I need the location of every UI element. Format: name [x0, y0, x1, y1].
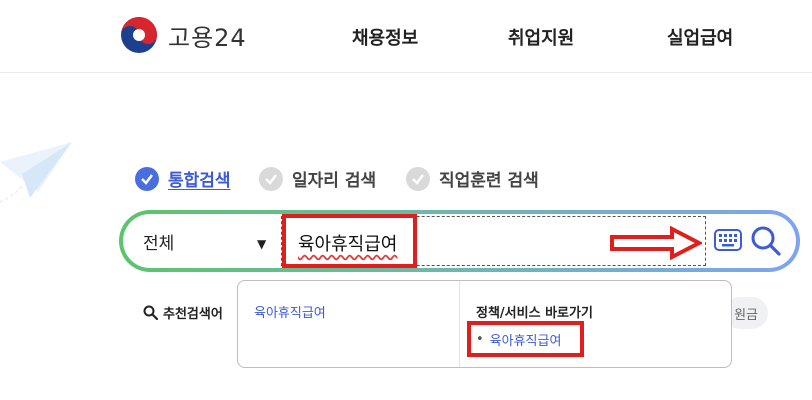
dropdown-divider [459, 281, 460, 367]
category-value: 전체 [143, 233, 175, 254]
highlight-policy-link [467, 321, 584, 357]
check-icon [135, 166, 159, 191]
taegeuk-logo-icon [121, 17, 157, 53]
nav-unemployment-benefit[interactable]: 실업급여 [667, 24, 733, 50]
recommended-label: 추천검색어 [163, 307, 223, 322]
logo[interactable]: 고용24 [120, 13, 270, 57]
keyword-chip-text: 원금 [734, 307, 758, 323]
nav-job-info[interactable]: 채용정보 [352, 24, 418, 50]
autocomplete-suggestion[interactable]: 육아휴직급여 [254, 302, 326, 321]
tab-job-search[interactable]: 일자리 검색 [259, 166, 376, 191]
tab-integrated-search[interactable]: 통합검색 [135, 166, 231, 191]
tab-label: 직업훈련 검색 [439, 171, 539, 191]
recommended-keywords[interactable]: 추천검색어 [143, 303, 223, 322]
keyboard-icon[interactable] [714, 229, 742, 255]
nav-employment-support[interactable]: 취업지원 [508, 24, 574, 50]
tab-label: 통합검색 [168, 171, 231, 191]
paper-plane-icon [0, 142, 72, 203]
policy-shortcut-title: 정책/서비스 바로가기 [476, 306, 593, 321]
header: 고용24 채용정보 취업지원 실업급여 [0, 0, 812, 73]
tab-label: 일자리 검색 [292, 171, 377, 191]
search-icon[interactable] [750, 225, 782, 261]
highlight-query-box [282, 214, 417, 268]
caret-down-icon[interactable]: ▼ [257, 237, 266, 251]
check-icon [259, 166, 283, 191]
check-icon [406, 166, 430, 191]
red-arrow-icon [610, 226, 702, 260]
tab-training-search[interactable]: 직업훈련 검색 [406, 166, 539, 191]
search-icon [143, 305, 158, 320]
logo-text: 고용24 [168, 23, 247, 52]
